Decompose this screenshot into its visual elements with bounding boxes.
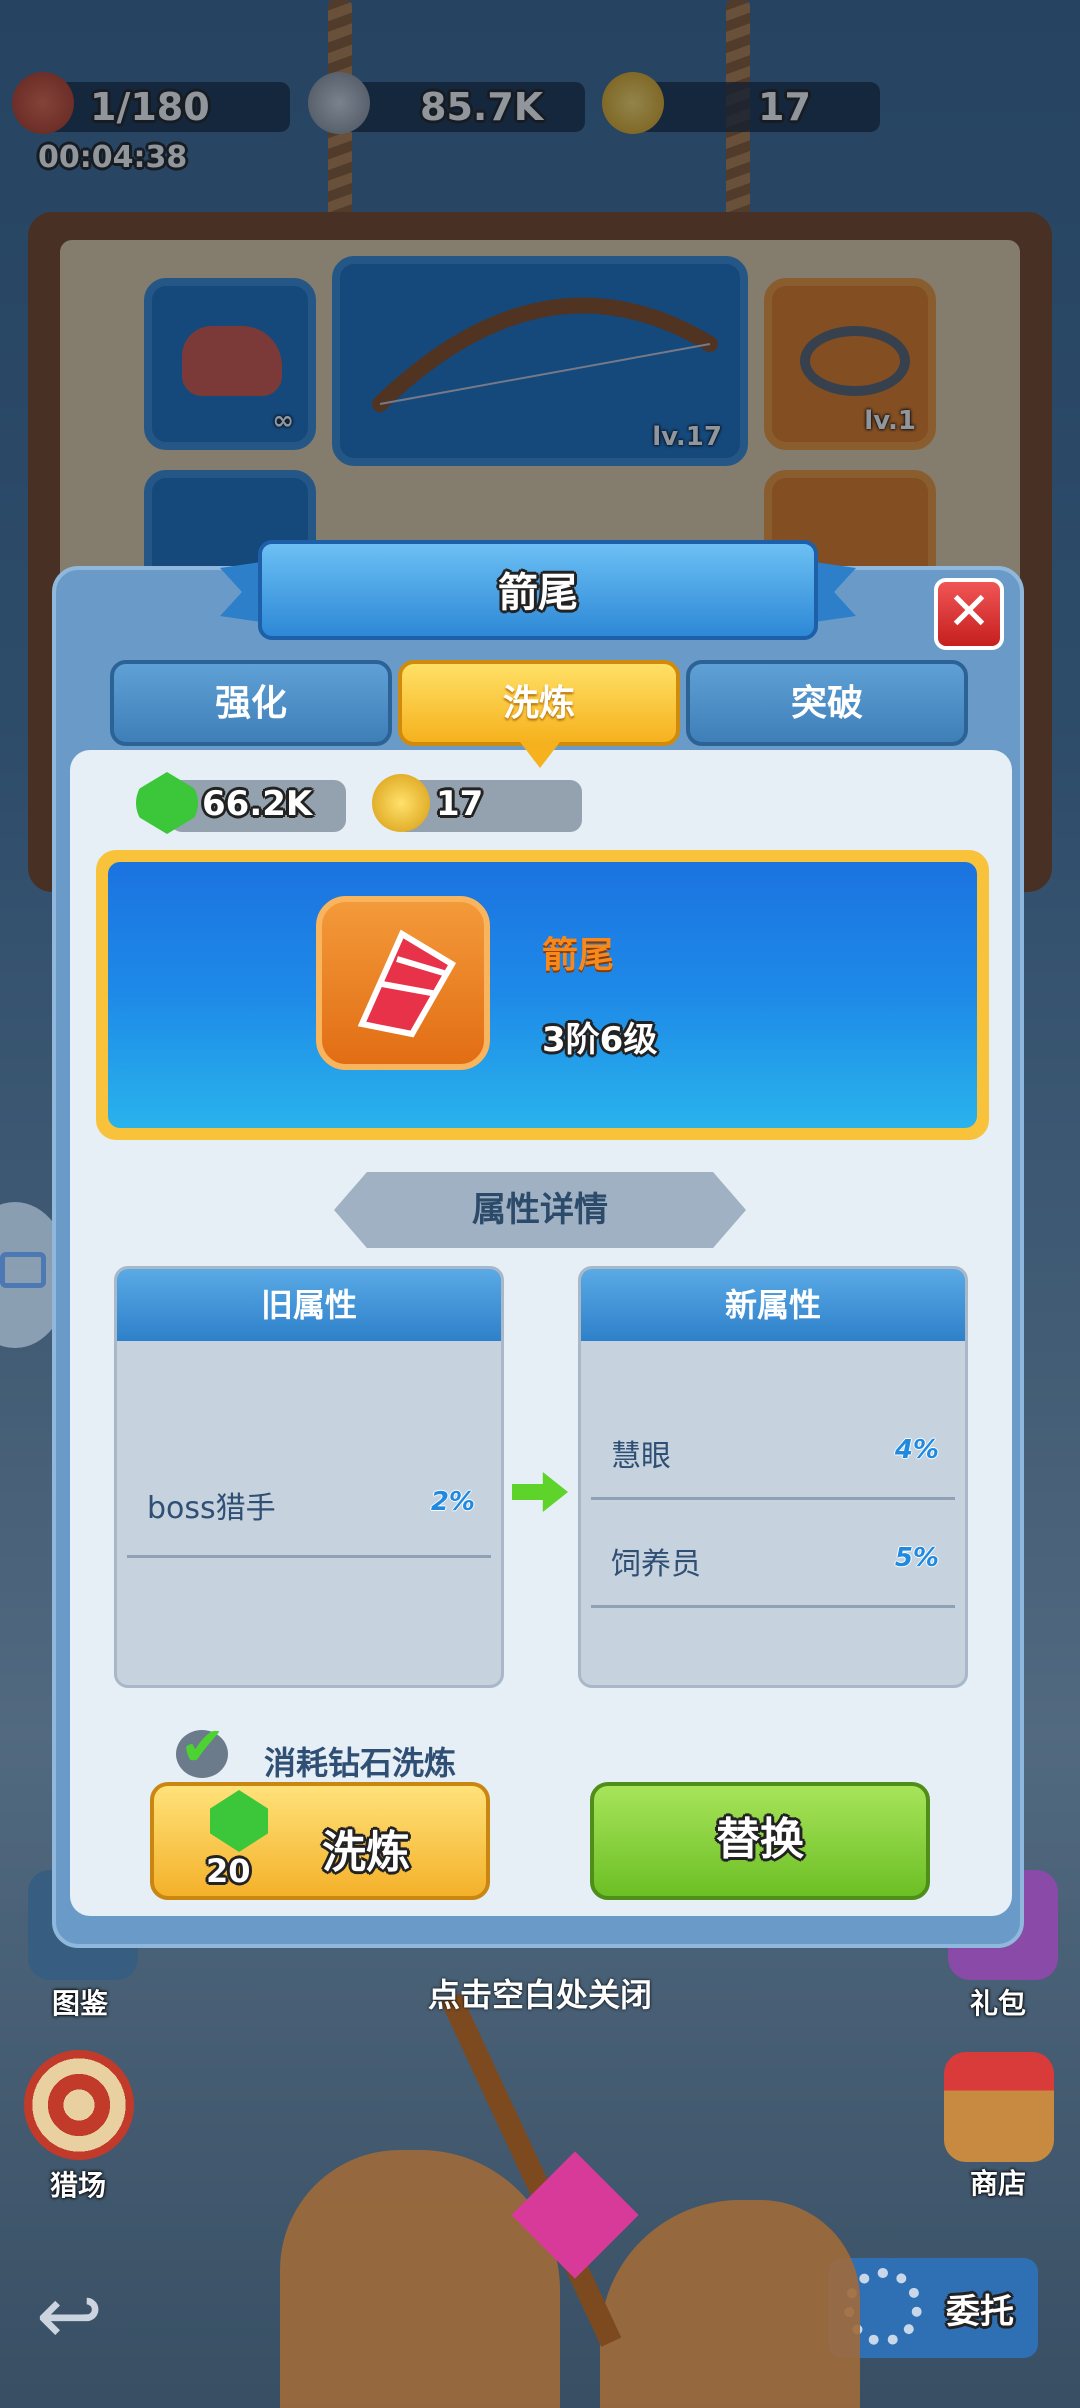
hunting-ground-label: 猎场 <box>50 2169 107 2202</box>
old-attributes-title: 旧属性 <box>117 1269 501 1341</box>
row-divider <box>591 1497 955 1500</box>
close-hint: 点击空白处关闭 <box>427 1976 652 2014</box>
commission-label: 委托 <box>946 2292 1014 2332</box>
replace-button[interactable]: 替换 <box>590 1782 930 1900</box>
old-attributes-panel: 旧属性 boss猎手 2% <box>114 1266 504 1688</box>
old-attr-value: 2% <box>430 1487 475 1517</box>
new-attr-value: 5% <box>894 1543 939 1573</box>
shop-label: 商店 <box>970 2167 1027 2200</box>
diamond-refine-label: 消耗钻石洗炼 <box>264 1744 457 1782</box>
item-card <box>96 850 989 1140</box>
tab-breakthrough[interactable]: 突破 <box>686 660 968 746</box>
title-banner: 箭尾 <box>258 540 818 640</box>
item-rank: 3阶6级 <box>542 1020 658 1060</box>
shop-icon[interactable] <box>944 2052 1054 2162</box>
refine-button[interactable]: 20 洗炼 <box>150 1782 490 1900</box>
gem-icon <box>210 1790 268 1852</box>
attribute-details-header: 属性详情 <box>334 1172 746 1248</box>
gold-balance: 17 <box>436 784 484 824</box>
refine-label: 洗炼 <box>322 1827 410 1878</box>
gold-coin-icon <box>372 774 430 832</box>
item-name: 箭尾 <box>542 935 615 976</box>
item-icon-frame <box>316 896 490 1070</box>
row-divider <box>127 1555 491 1558</box>
hunting-ground-icon[interactable] <box>24 2050 134 2160</box>
diamond-refine-checkbox[interactable]: ✔ <box>176 1720 228 1778</box>
refine-cost: 20 <box>206 1852 251 1890</box>
new-attributes-panel: 新属性 慧眼 4% 饲养员 5% <box>578 1266 968 1688</box>
tab-enhance[interactable]: 强化 <box>110 660 392 746</box>
check-icon: ✔ <box>180 1715 226 1778</box>
close-button[interactable]: ✕ <box>934 578 1004 650</box>
new-attr-name: 慧眼 <box>611 1439 671 1474</box>
gem-balance: 66.2K <box>202 784 313 824</box>
dialog-title: 箭尾 <box>498 570 578 616</box>
row-divider <box>591 1605 955 1608</box>
tab-refine[interactable]: 洗炼 <box>398 660 680 746</box>
new-attributes-title: 新属性 <box>581 1269 965 1341</box>
new-attr-value: 4% <box>894 1435 939 1465</box>
old-attr-name: boss猎手 <box>147 1491 276 1526</box>
close-icon: ✕ <box>947 582 991 642</box>
back-icon[interactable]: ↩ <box>36 2276 136 2356</box>
new-attr-name: 饲养员 <box>611 1547 701 1582</box>
fletching-icon <box>357 929 457 1038</box>
chat-icon <box>0 1252 46 1288</box>
